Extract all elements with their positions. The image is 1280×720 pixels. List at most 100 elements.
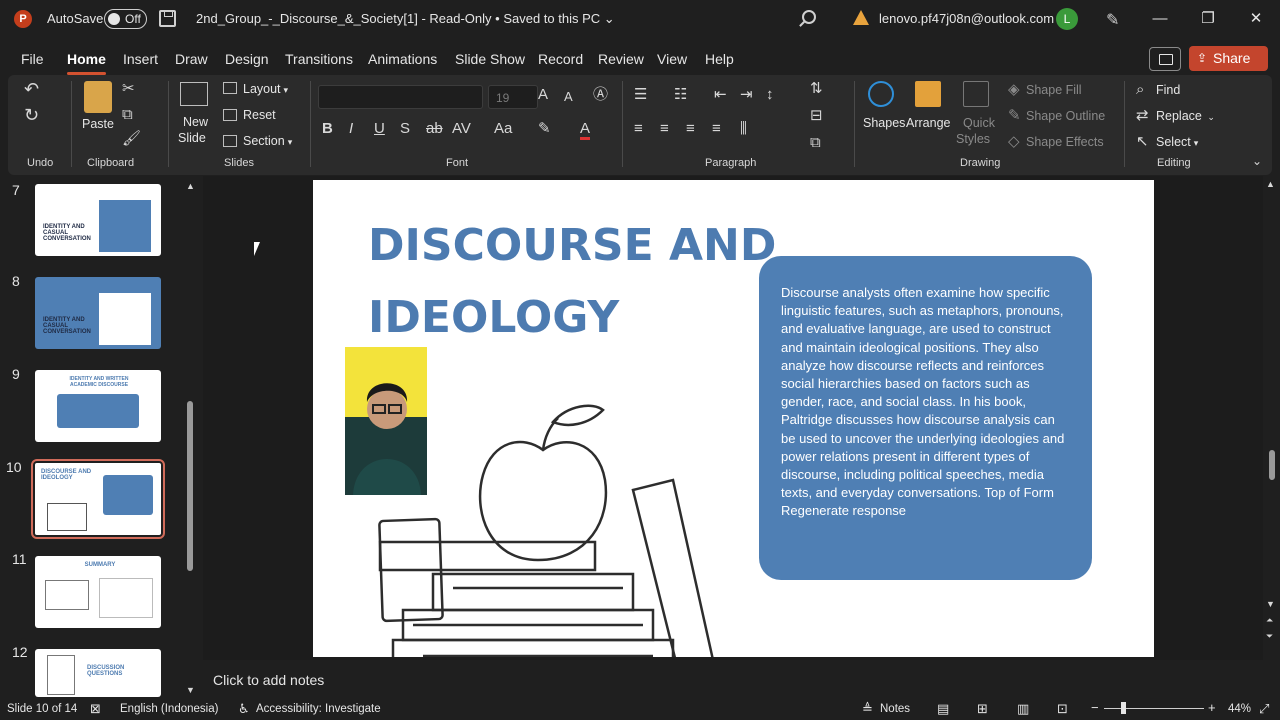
italic-icon[interactable]: I	[349, 121, 353, 137]
slide-thumbnail-7[interactable]: IDENTITY AND CASUAL CONVERSATION	[35, 184, 161, 256]
tab-design[interactable]: Design	[225, 51, 269, 67]
reading-view-icon[interactable]: ▥	[1017, 701, 1029, 717]
find-button[interactable]: Find	[1156, 83, 1180, 97]
select-button[interactable]: Select ▾	[1156, 135, 1198, 149]
bullets-icon[interactable]: ☰	[634, 87, 647, 103]
pen-icon[interactable]: ✎	[1106, 10, 1119, 30]
tab-slide-show[interactable]: Slide Show	[455, 51, 525, 67]
cut-icon[interactable]: ✂	[122, 81, 135, 97]
highlight-icon[interactable]: ✎	[538, 121, 551, 137]
tab-home[interactable]: Home	[67, 51, 106, 75]
autosave-toggle[interactable]: Off	[104, 9, 147, 29]
zoom-level[interactable]: 44%	[1228, 703, 1251, 715]
minimize-button[interactable]: —	[1145, 8, 1175, 30]
scroll-up-icon[interactable]: ▲	[186, 178, 195, 194]
redo-icon[interactable]: ↻	[24, 106, 39, 124]
tab-view[interactable]: View	[657, 51, 687, 67]
shrink-font-icon[interactable]: A	[564, 89, 573, 105]
slide-title-line-2[interactable]: IDEOLOGY	[368, 292, 619, 343]
shape-outline-button[interactable]: Shape Outline	[1026, 109, 1105, 123]
new-slide-icon[interactable]	[180, 82, 208, 106]
share-button[interactable]: ⇪ Share	[1189, 46, 1268, 71]
quick-styles-icon[interactable]	[963, 81, 989, 107]
zoom-out-icon[interactable]: −	[1091, 700, 1099, 715]
justify-icon[interactable]: ≡	[712, 121, 721, 137]
slide-thumbnail-8[interactable]: IDENTITY AND CASUAL CONVERSATION	[35, 277, 161, 349]
shape-fill-button[interactable]: Shape Fill	[1026, 83, 1082, 97]
accessibility-status[interactable]: Accessibility: Investigate	[256, 703, 381, 715]
normal-view-icon[interactable]: ▤	[937, 701, 949, 717]
close-button[interactable]: ✕	[1241, 8, 1271, 30]
quick-styles-label-2[interactable]: Styles	[956, 132, 990, 146]
new-slide-label-2[interactable]: Slide	[178, 131, 206, 145]
slide-indicator[interactable]: Slide 10 of 14	[7, 703, 77, 715]
smartart-icon[interactable]: ⧉	[810, 135, 821, 151]
notes-pane[interactable]: Click to add notes	[203, 663, 1280, 697]
tab-animations[interactable]: Animations	[368, 51, 437, 67]
layout-button[interactable]: Layout ▾	[243, 82, 288, 96]
next-slide-icon[interactable]: ⏷	[1266, 628, 1273, 644]
notes-button[interactable]: Notes	[880, 703, 910, 715]
line-spacing-icon[interactable]: ↕	[766, 87, 774, 103]
slide-title-line-1[interactable]: DISCOURSE AND	[368, 220, 776, 271]
new-slide-label-1[interactable]: New	[183, 115, 208, 129]
slide-thumbnail-11[interactable]: SUMMARY	[35, 556, 161, 628]
slide-body-textbox[interactable]: Discourse analysts often examine how spe…	[759, 256, 1092, 580]
shapes-button[interactable]: Shapes	[863, 116, 905, 130]
bold-icon[interactable]: B	[322, 121, 333, 137]
slide-thumbnail-10[interactable]: DISCOURSE AND IDEOLOGY	[31, 459, 165, 539]
language-indicator[interactable]: English (Indonesia)	[120, 703, 218, 715]
character-spacing-icon[interactable]: AV	[452, 121, 471, 137]
align-right-icon[interactable]: ≡	[686, 121, 695, 137]
avatar[interactable]: L	[1056, 8, 1078, 30]
replace-button[interactable]: Replace ⌄	[1156, 109, 1215, 123]
strikethrough-icon[interactable]: ab	[426, 121, 443, 137]
tab-review[interactable]: Review	[598, 51, 644, 67]
numbering-icon[interactable]: ☷	[674, 87, 687, 103]
fit-to-window-icon[interactable]: ⤢	[1259, 701, 1269, 717]
document-title[interactable]: 2nd_Group_-_Discourse_&_Society[1] - Rea…	[196, 11, 615, 27]
quick-styles-label-1[interactable]: Quick	[963, 116, 995, 130]
scroll-up-icon[interactable]: ▲	[1266, 176, 1275, 192]
slideshow-icon[interactable]: ⊡	[1057, 701, 1068, 717]
align-left-icon[interactable]: ≡	[634, 121, 643, 137]
align-text-icon[interactable]: ⊟	[810, 108, 823, 124]
change-case-icon[interactable]: Aa	[494, 121, 512, 137]
increase-indent-icon[interactable]: ⇥	[740, 87, 753, 103]
font-name-input[interactable]	[318, 85, 483, 109]
zoom-slider-thumb[interactable]	[1121, 702, 1126, 714]
copy-icon[interactable]: ⧉	[122, 107, 133, 123]
clear-formatting-icon[interactable]: Ⓐ	[593, 87, 608, 103]
slide-canvas[interactable]: DISCOURSE AND IDEOLOGY Discourse analyst…	[313, 180, 1154, 657]
scroll-down-icon[interactable]: ▼	[186, 682, 195, 698]
shadow-icon[interactable]: S	[400, 121, 410, 137]
comments-button[interactable]	[1149, 47, 1181, 71]
text-direction-icon[interactable]: ⇅	[810, 81, 823, 97]
format-painter-icon[interactable]: 🖌	[122, 131, 141, 147]
font-color-icon[interactable]: A	[580, 121, 591, 140]
undo-icon[interactable]: ↶	[24, 80, 39, 98]
underline-icon[interactable]: U	[374, 121, 385, 137]
slide-sorter-icon[interactable]: ⊞	[977, 701, 988, 717]
paste-button[interactable]: Paste	[82, 117, 114, 131]
save-icon[interactable]	[159, 10, 176, 27]
thumbnail-scrollbar[interactable]	[187, 401, 193, 571]
columns-icon[interactable]: ⫼	[740, 121, 747, 137]
tab-transitions[interactable]: Transitions	[285, 51, 353, 67]
shapes-icon[interactable]	[868, 81, 894, 107]
search-icon[interactable]	[802, 10, 816, 24]
scroll-down-icon[interactable]: ▼	[1266, 596, 1275, 612]
zoom-slider[interactable]	[1104, 708, 1204, 709]
align-center-icon[interactable]: ≡	[660, 121, 669, 137]
paste-icon[interactable]	[84, 81, 112, 113]
shape-effects-button[interactable]: Shape Effects	[1026, 135, 1104, 149]
grow-font-icon[interactable]: A	[538, 87, 548, 103]
arrange-button[interactable]: Arrange	[906, 116, 950, 130]
font-size-input[interactable]: 19	[488, 85, 538, 109]
spelling-icon[interactable]: ⊠	[90, 701, 101, 717]
editor-scrollbar[interactable]: ▲ ▼ ⏶ ⏷	[1264, 176, 1280, 660]
tab-help[interactable]: Help	[705, 51, 734, 67]
previous-slide-icon[interactable]: ⏶	[1266, 612, 1273, 628]
account-email[interactable]: lenovo.pf47j08n@outlook.com	[879, 11, 1054, 26]
slide-thumbnail-12[interactable]: DISCUSSION QUESTIONS	[35, 649, 161, 697]
